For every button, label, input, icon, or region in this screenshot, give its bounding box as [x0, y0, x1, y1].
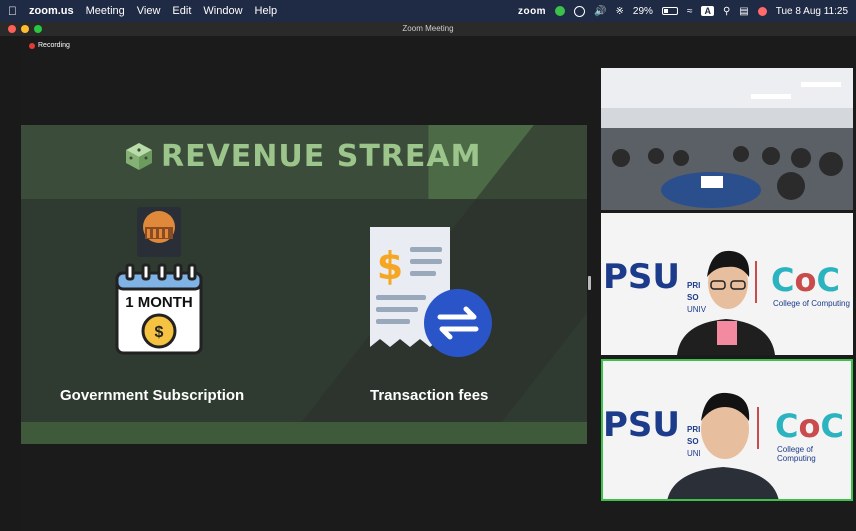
- line-app-icon[interactable]: [555, 6, 566, 16]
- coc-logo: CoC: [771, 261, 840, 299]
- speaker-1-avatar: [677, 250, 775, 355]
- screen-record-icon[interactable]: [574, 5, 586, 17]
- coc-logo: CoC: [775, 407, 844, 445]
- government-subscription-label: Government Subscription: [60, 387, 245, 404]
- battery-icon[interactable]: [661, 7, 678, 15]
- svg-text:$: $: [155, 324, 164, 341]
- menu-datetime[interactable]: Tue 8 Aug 11:25: [776, 6, 848, 17]
- participant-panel: PSU PRI SO UNIV CoC College of Computing…: [592, 36, 856, 531]
- zoom-status-icon[interactable]: zoom: [518, 6, 546, 17]
- speaker-2-avatar: [667, 392, 779, 499]
- government-office-logo: [137, 207, 181, 257]
- recording-indicator[interactable]: Recording: [29, 42, 70, 49]
- college-of-computing-label: College of Computing: [777, 445, 816, 463]
- battery-percent: 29%: [632, 5, 653, 17]
- slide-title: REVENUE STREAM: [161, 139, 482, 174]
- logo-divider: [755, 261, 757, 303]
- zoom-window-button[interactable]: [34, 25, 42, 33]
- psu-logo: PSU: [603, 257, 681, 297]
- presentation-slide: REVENUE STREAM 1 MONTH $ $ Government Su…: [21, 125, 587, 444]
- slide-bottom-band: [21, 422, 587, 444]
- window-title: Zoom Meeting: [402, 24, 454, 33]
- bluetooth-icon[interactable]: ※: [616, 6, 624, 17]
- siri-icon[interactable]: [757, 6, 767, 16]
- college-of-computing-label: College of Computing: [773, 299, 850, 308]
- panel-resize-handle[interactable]: [588, 276, 591, 290]
- input-source-icon[interactable]: A: [701, 6, 714, 16]
- volume-icon[interactable]: 🔊: [594, 6, 606, 17]
- recording-label: Recording: [38, 42, 70, 49]
- participant-video-speaker-1[interactable]: PSU PRI SO UNIV CoC College of Computing: [601, 213, 853, 355]
- spotlight-search-icon[interactable]: ⚲: [723, 6, 730, 17]
- shared-screen-stage: Recording REVENUE STREAM 1 MONTH $ $ Gov…: [21, 36, 592, 531]
- dice-icon: [126, 143, 152, 170]
- transaction-fees-label: Transaction fees: [370, 387, 489, 404]
- svg-text:$: $: [377, 244, 403, 288]
- menu-view[interactable]: View: [137, 5, 161, 17]
- recording-dot-icon: [29, 42, 35, 49]
- apple-menu-icon[interactable]: : [8, 4, 17, 18]
- receipt-exchange-icon: $: [370, 227, 492, 357]
- control-center-icon[interactable]: ▤: [739, 6, 748, 17]
- participant-video-room[interactable]: [601, 68, 853, 210]
- menu-meeting[interactable]: Meeting: [86, 5, 125, 17]
- wifi-icon[interactable]: ≈: [687, 6, 693, 17]
- participant-video-speaker-2-active[interactable]: PSU PRI SO UNI CoC College of Computing: [601, 359, 853, 501]
- menu-window[interactable]: Window: [203, 5, 242, 17]
- menu-help[interactable]: Help: [255, 5, 278, 17]
- macos-menu-bar:  zoom.us Meeting View Edit Window Help …: [0, 0, 856, 22]
- app-menu-zoom[interactable]: zoom.us: [29, 5, 74, 17]
- one-month-badge: 1 MONTH: [125, 294, 193, 311]
- logo-divider: [757, 407, 759, 449]
- close-window-button[interactable]: [8, 25, 16, 33]
- minimize-window-button[interactable]: [21, 25, 29, 33]
- window-title-bar: Zoom Meeting: [0, 22, 856, 36]
- calendar-coin-icon: 1 MONTH $: [115, 263, 203, 355]
- menu-edit[interactable]: Edit: [172, 5, 191, 17]
